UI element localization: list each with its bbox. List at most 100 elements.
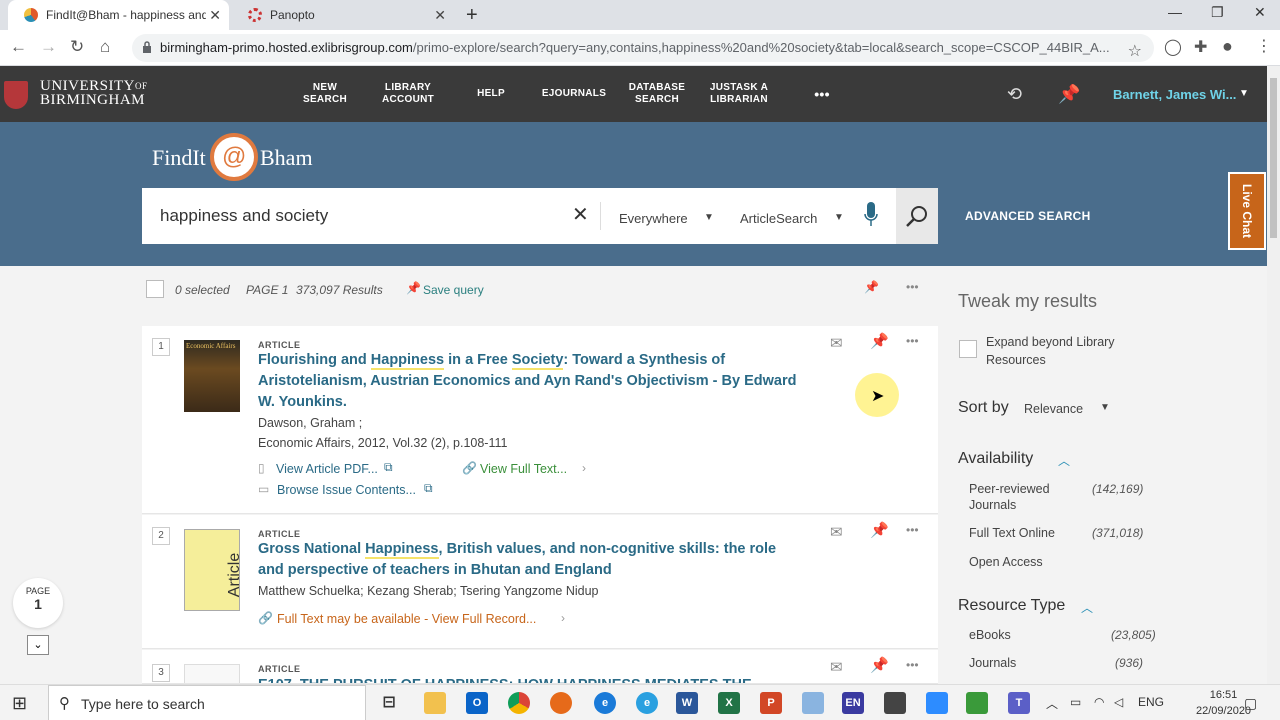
taskbar-clock[interactable]: 16:51 22/09/2020 [1196,687,1251,719]
user-menu-caret-icon[interactable]: ▼ [1239,88,1249,99]
result-title[interactable]: Flourishing and Happiness in a Free Soci… [258,350,798,413]
scope-select[interactable]: Everywhere [619,211,688,226]
facet-peer-reviewed[interactable]: Peer-reviewed Journals [969,481,1069,513]
availability-heading[interactable]: Availability [958,450,1033,468]
tab-panopto[interactable]: Panopto ✕ [232,0,454,30]
pin-result-icon[interactable]: 📌 [870,656,889,674]
result-more-icon[interactable]: ••• [906,658,919,672]
email-icon[interactable]: ✉ [830,523,843,541]
chevron-up-icon[interactable]: ︿ [1081,599,1093,616]
resource-type-heading[interactable]: Resource Type [958,597,1065,615]
home-icon[interactable]: ⌂ [100,37,110,57]
view-pdf-link[interactable]: View Article PDF... [276,462,378,476]
search-button[interactable] [896,188,938,244]
reload-icon[interactable]: ↻ [70,37,84,57]
tab-caret-icon[interactable]: ▼ [834,212,844,223]
taskbar-search-box[interactable]: ⚲ Type here to search [48,685,366,720]
university-logo[interactable]: UNIVERSITYOF BIRMINGHAM [40,79,148,108]
expand-beyond-checkbox[interactable] [959,340,977,358]
search-input[interactable]: happiness and society [160,206,328,226]
browse-issue-link[interactable]: Browse Issue Contents... [277,483,416,497]
nav-justask[interactable]: JUSTASK A LIBRARIAN [706,66,772,122]
facet-open-access[interactable]: Open Access [969,555,1043,569]
pin-all-icon[interactable]: 📌 [864,280,879,294]
pin-result-icon[interactable]: 📌 [870,332,889,350]
result-thumbnail[interactable]: Article [184,529,243,611]
task-view-icon[interactable]: ⊟ [378,692,400,714]
history-icon[interactable]: ⟲ [1007,84,1022,105]
more-actions-icon[interactable]: ••• [906,280,919,294]
window-close-icon[interactable]: ✕ [1254,4,1266,21]
nav-help[interactable]: HELP [470,66,512,122]
teams-icon[interactable]: T [1008,692,1030,714]
advanced-search-link[interactable]: ADVANCED SEARCH [965,209,1091,223]
result-thumbnail[interactable] [184,664,240,683]
nav-library-account[interactable]: LIBRARY ACCOUNT [376,66,440,122]
view-full-text-link[interactable]: View Full Text... [480,462,567,476]
result-title[interactable]: Gross National Happiness, British values… [258,539,798,581]
powerpoint-icon[interactable]: P [760,692,782,714]
page-down-button[interactable]: ⌄ [27,635,49,655]
extension-circle-icon[interactable]: ◯ [1164,37,1182,57]
file-explorer-icon[interactable] [424,692,446,714]
live-chat-button[interactable]: Live Chat [1228,172,1266,250]
chrome-icon[interactable] [508,692,530,714]
internet-explorer-icon[interactable]: e [636,692,658,714]
scope-caret-icon[interactable]: ▼ [704,212,714,223]
nav-database-search[interactable]: DATABASE SEARCH [626,66,688,122]
select-all-checkbox[interactable] [146,280,164,298]
university-crest-icon[interactable] [4,81,28,109]
tab-select[interactable]: ArticleSearch [740,211,817,226]
close-tab-icon[interactable]: ✕ [434,7,446,24]
word-icon[interactable]: W [676,692,698,714]
clear-search-icon[interactable]: ✕ [572,202,589,227]
close-tab-icon[interactable]: ✕ [209,7,221,24]
language-app-icon[interactable]: EN [842,692,864,714]
wifi-icon[interactable]: ◠ [1094,695,1104,709]
user-name[interactable]: Barnett, James Wi... [1113,87,1236,102]
chevron-up-icon[interactable]: ︿ [1058,452,1070,469]
result-more-icon[interactable]: ••• [906,523,919,537]
url-field[interactable]: birmingham-primo.hosted.exlibrisgroup.co… [132,34,1154,62]
restore-icon[interactable]: ❐ [1211,4,1224,21]
sort-select[interactable]: Relevance [1024,402,1083,416]
result-title[interactable]: E107. THE PURSUIT OF HAPPINESS: HOW HAPP… [258,675,858,683]
excel-icon[interactable]: X [718,692,740,714]
microphone-icon[interactable] [864,202,878,228]
page-scrollbar[interactable] [1267,66,1280,684]
pin-result-icon[interactable]: 📌 [870,521,889,539]
sort-caret-icon[interactable]: ▼ [1100,402,1110,413]
forward-icon[interactable]: → [40,37,57,57]
save-query-pin-icon[interactable]: 📌 [406,281,421,295]
browser-menu-icon[interactable]: ⋮ [1256,36,1272,56]
paint-icon[interactable] [802,692,824,714]
favorites-pin-icon[interactable]: 📌 [1058,84,1080,105]
app-icon[interactable] [884,692,906,714]
minimize-icon[interactable]: — [1168,4,1182,20]
outlook-icon[interactable]: O [466,692,488,714]
result-more-icon[interactable]: ••• [906,334,919,348]
nav-ejournals[interactable]: EJOURNALS [540,66,608,122]
email-icon[interactable]: ✉ [830,658,843,676]
volume-icon[interactable]: ◁ [1114,695,1123,709]
email-icon[interactable]: ✉ [830,334,843,352]
zoom-icon[interactable] [926,692,948,714]
full-text-may-be-available-link[interactable]: Full Text may be available - View Full R… [277,612,536,626]
back-icon[interactable]: ← [10,37,27,57]
result-thumbnail[interactable]: Economic Affairs [184,340,240,412]
facet-journals[interactable]: Journals [969,656,1016,670]
battery-icon[interactable]: ▭ [1070,695,1081,709]
firefox-icon[interactable] [550,692,572,714]
save-query-link[interactable]: Save query [423,283,484,297]
bookmark-star-icon[interactable]: ☆ [1128,38,1142,62]
windows-start-icon[interactable]: ⊞ [12,693,27,714]
app-green-icon[interactable] [966,692,988,714]
edge-icon[interactable]: e [594,692,616,714]
tray-expand-icon[interactable]: ︿ [1046,695,1058,712]
notifications-icon[interactable]: ▢ [1244,695,1257,712]
facet-full-text-online[interactable]: Full Text Online [969,526,1055,540]
tab-findit[interactable]: FindIt@Bham - happiness and soc ✕ [8,0,229,30]
keyboard-language[interactable]: ENG [1138,695,1164,709]
nav-new-search[interactable]: NEW SEARCH [290,66,360,122]
nav-more-icon[interactable]: ••• [808,66,836,122]
